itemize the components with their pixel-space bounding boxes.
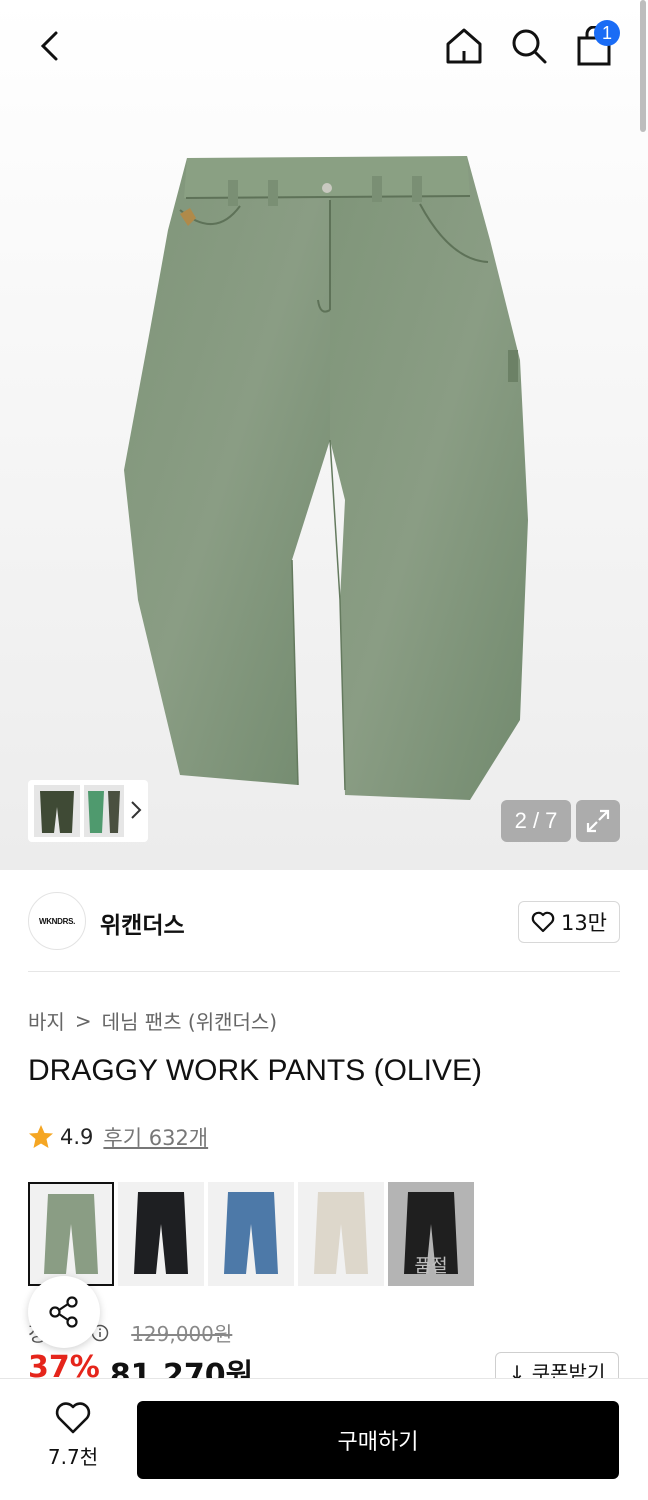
- swatch-blue[interactable]: [208, 1182, 294, 1286]
- rating-row: 4.9 후기 632개: [28, 1122, 208, 1152]
- soldout-label: 품절: [414, 1256, 448, 1277]
- back-button[interactable]: [26, 22, 74, 70]
- wishlist-count: 7.7천: [47, 1445, 99, 1469]
- search-button[interactable]: [505, 22, 553, 70]
- home-icon: [446, 28, 482, 64]
- share-button[interactable]: [28, 1276, 100, 1348]
- expand-icon: [586, 809, 610, 833]
- chevron-left-icon: [40, 31, 58, 61]
- swatch-image: [224, 1192, 278, 1274]
- rating-score: 4.9: [60, 1125, 94, 1149]
- sale-price-row: 37% 81,270원: [28, 1350, 253, 1380]
- breadcrumb-separator: >: [74, 1008, 92, 1033]
- sale-price: 81,270원: [109, 1358, 254, 1380]
- swatch-image: [314, 1192, 368, 1274]
- brand-like-button[interactable]: 13만: [517, 901, 620, 943]
- reviews-link[interactable]: 후기 632개: [103, 1122, 208, 1152]
- scrollbar-thumb[interactable]: [640, 0, 646, 132]
- heart-icon: [55, 1402, 91, 1434]
- image-thumbnail-strip[interactable]: [28, 780, 148, 842]
- heart-icon: [531, 911, 555, 933]
- search-icon: [512, 29, 547, 64]
- color-swatches: 품절: [28, 1182, 474, 1286]
- thumbnail-image: [84, 785, 124, 837]
- bottom-action-bar: 7.7천 구매하기: [0, 1378, 648, 1500]
- chevron-right-icon: [131, 801, 142, 819]
- breadcrumb-category[interactable]: 바지: [28, 1006, 65, 1035]
- brand-row: WKNDRS. 위캔더스 13만: [28, 892, 620, 950]
- swatch-ecru[interactable]: [298, 1182, 384, 1286]
- brand-logo-text: WKNDRS.: [38, 916, 76, 926]
- expand-image-button[interactable]: [576, 800, 620, 842]
- swatch-image: [404, 1192, 458, 1274]
- thumbnail-image: [34, 785, 80, 837]
- home-button[interactable]: [440, 22, 488, 70]
- breadcrumb: 바지 > 데님 팬츠 (위캔더스): [28, 1006, 277, 1035]
- cart-count-badge: 1: [594, 20, 620, 46]
- brand-logo[interactable]: WKNDRS.: [28, 892, 86, 950]
- product-image-gallery[interactable]: 1 2 / 7: [0, 0, 648, 870]
- brand-name[interactable]: 위캔더스: [100, 906, 185, 940]
- star-icon: [29, 1125, 53, 1148]
- discount-percent: 37%: [28, 1350, 100, 1380]
- divider: [28, 971, 620, 972]
- brand-like-count: 13만: [560, 911, 607, 935]
- swatch-black[interactable]: [118, 1182, 204, 1286]
- swatch-olive[interactable]: [28, 1182, 114, 1286]
- wishlist-button[interactable]: 7.7천: [28, 1401, 118, 1470]
- coupon-button[interactable]: ↓ 쿠폰받기: [495, 1352, 619, 1380]
- image-counter: 2 / 7: [501, 800, 571, 842]
- buy-button[interactable]: 구매하기: [137, 1401, 619, 1479]
- product-title: DRAGGY WORK PANTS (OLIVE): [28, 1054, 482, 1087]
- product-image: [124, 156, 528, 800]
- original-price: 129,000원: [131, 1322, 233, 1346]
- cart-button[interactable]: 1: [570, 20, 620, 70]
- breadcrumb-subcategory[interactable]: 데님 팬츠 (위캔더스): [102, 1006, 278, 1035]
- swatch-image: [134, 1192, 188, 1274]
- swatch-image: [44, 1194, 98, 1274]
- swatch-soldout[interactable]: 품절: [388, 1182, 474, 1286]
- share-icon: [49, 1296, 78, 1328]
